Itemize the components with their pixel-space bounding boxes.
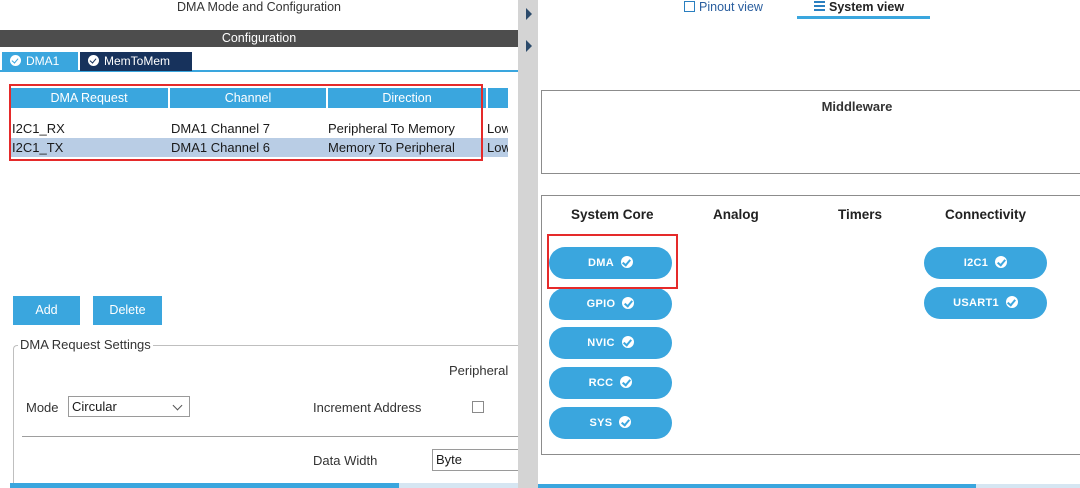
divider [22,436,518,437]
gpio-button[interactable]: GPIO [549,288,672,320]
active-tab-indicator [797,16,930,19]
pill-label: SYS [589,417,613,429]
category-system-core: System Core [571,207,654,222]
increment-address-checkbox[interactable] [472,401,484,413]
data-width-label: Data Width [313,453,378,468]
data-width-value: Byte [436,452,463,467]
column-header-priority[interactable] [488,88,508,108]
check-circle-icon [622,297,635,309]
configuration-bar: Configuration [0,30,518,47]
peripheral-column-label: Peripheral [449,363,509,378]
tab-label: Pinout view [699,0,763,14]
add-button[interactable]: Add [13,296,80,325]
usart1-button[interactable]: USART1 [924,287,1047,319]
check-circle-icon [620,376,633,388]
check-circle-icon [88,55,99,66]
check-circle-icon [619,416,632,428]
category-analog: Analog [713,207,759,222]
chevron-down-icon [172,400,183,411]
chip-icon [684,1,695,12]
list-icon [814,1,825,12]
check-circle-icon [10,55,21,66]
mode-value: Circular [72,399,117,414]
delete-button[interactable]: Delete [93,296,162,325]
settings-legend: DMA Request Settings [18,337,153,352]
category-connectivity: Connectivity [945,207,1027,222]
pill-label: NVIC [587,337,615,349]
tab-memtomem[interactable]: MemToMem [80,52,192,71]
panel-title: DMA Mode and Configuration [0,0,518,20]
category-timers: Timers [838,207,883,222]
nvic-button[interactable]: NVIC [549,327,672,359]
panel-splitter[interactable] [518,0,538,488]
table-highlight-box [9,84,483,161]
cell-priority: Low [487,140,508,155]
tab-label: DMA1 [26,54,60,68]
tab-label: System view [829,0,905,14]
check-circle-icon [621,336,634,348]
mode-label: Mode [26,400,59,415]
pill-label: I2C1 [963,257,989,269]
collapse-arrow-icon[interactable] [526,8,532,20]
tab-label: MemToMem [104,54,171,68]
middleware-title: Middleware [821,99,893,114]
tab-system-view[interactable]: System view [814,0,904,14]
tab-dma1[interactable]: DMA1 [2,52,78,71]
check-circle-icon [1005,296,1018,308]
data-width-select[interactable]: Byte [432,449,518,471]
tab-pinout-view[interactable]: Pinout view [684,0,763,14]
mode-select[interactable]: Circular [68,396,190,417]
dma-tabs: DMA1 MemToMem [0,52,518,72]
check-circle-icon [995,256,1008,268]
collapse-arrow-icon[interactable] [526,40,532,52]
dma-highlight-box [547,234,678,289]
pill-label: USART1 [953,297,999,309]
pill-label: GPIO [586,298,616,310]
rcc-button[interactable]: RCC [549,367,672,399]
scrollbar-thumb[interactable] [538,484,976,488]
increment-address-label: Increment Address [313,400,422,415]
sys-button[interactable]: SYS [549,407,672,439]
scrollbar-thumb[interactable] [10,483,399,488]
pill-label: RCC [588,377,614,389]
cell-priority: Low [487,121,508,136]
i2c1-button[interactable]: I2C1 [924,247,1047,279]
